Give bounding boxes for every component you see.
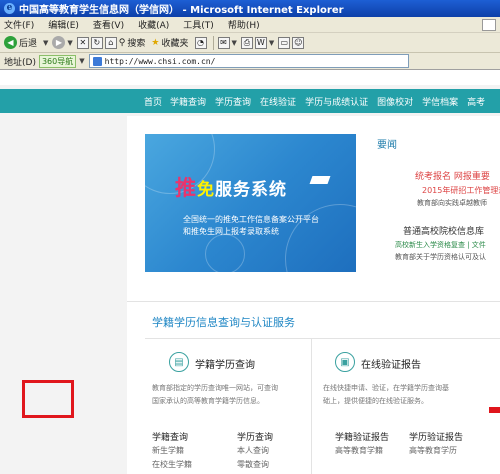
section-divider xyxy=(127,301,500,302)
toolbar: ◀ 后退 ▼ ▶ ▼ ✕ ↻ ⌂ ⚲ 搜索 ★ 收藏夹 ◔ ✉ ▼ ⎙ W ▼ … xyxy=(0,33,500,53)
site-top-strip xyxy=(0,71,500,85)
url-field[interactable]: http://www.chsi.com.cn/ xyxy=(88,54,409,68)
back-dropdown-icon[interactable]: ▼ xyxy=(43,39,48,47)
search-icon: ⚲ xyxy=(118,37,126,48)
favorites-label: 收藏夹 xyxy=(161,39,189,49)
status-verify-report-link[interactable]: 学籍验证报告 xyxy=(335,430,389,443)
banner-title: 推免服务系统 xyxy=(175,172,287,202)
browser-viewport: 首页 学籍查询 学历查询 在线验证 学历与成绩认证 图像校对 学信档案 高考 推… xyxy=(0,71,500,474)
banner-title-tui: 推 xyxy=(175,175,197,200)
edge-highlight-mark xyxy=(489,407,500,413)
news-panel: 要闻 统考报名 网报重要 2015年研招工作管理规 教育部向实践卓越教师 普通高… xyxy=(365,134,500,272)
menu-tools[interactable]: 工具(T) xyxy=(183,18,214,31)
windows-logo-icon xyxy=(482,18,496,31)
column-divider xyxy=(311,338,312,474)
address-label: 地址(D) xyxy=(4,57,36,68)
section-divider xyxy=(145,338,500,339)
service-right-desc-line1: 在线快捷申请、验证，在学籍学历查询基 xyxy=(323,384,449,392)
edit-dropdown-icon[interactable]: ▼ xyxy=(269,39,274,47)
discuss-icon[interactable]: ▭ xyxy=(278,36,291,49)
edit-icon[interactable]: W xyxy=(254,36,267,49)
service-left-heading[interactable]: 学籍学历查询 xyxy=(195,356,255,371)
window-title: 中国高等教育学生信息网（学信网） - Microsoft Internet Ex… xyxy=(19,5,344,16)
back-label: 后退 xyxy=(19,39,38,49)
graduation-cap-icon xyxy=(309,176,331,184)
home-icon[interactable]: ⌂ xyxy=(104,36,117,49)
student-status-query-link[interactable]: 学籍查询 xyxy=(152,430,188,443)
news-link-college-db[interactable]: 普通高校院校信息库 xyxy=(403,224,484,237)
toolbar-separator xyxy=(212,35,214,50)
verify-report-icon: ▣ xyxy=(335,352,355,372)
search-button[interactable]: ⚲ 搜索 xyxy=(118,36,146,50)
menu-edit[interactable]: 编辑(E) xyxy=(48,18,79,31)
print-icon[interactable]: ⎙ xyxy=(240,36,253,49)
news-link-freshman[interactable]: 高校新生入学资格复查 | 文件 xyxy=(395,240,486,250)
banner-title-mian: 免 xyxy=(197,180,215,200)
star-icon: ★ xyxy=(151,37,160,48)
nav-student-status-query[interactable]: 学籍查询 xyxy=(170,95,206,108)
news-link-moe[interactable]: 教育部向实践卓越教师 xyxy=(417,198,487,208)
forward-dropdown-icon[interactable]: ▼ xyxy=(67,39,72,47)
mail-dropdown-icon[interactable]: ▼ xyxy=(232,39,237,47)
menu-favorites[interactable]: 收藏(A) xyxy=(138,18,169,31)
stop-icon[interactable]: ✕ xyxy=(76,36,89,49)
highlight-box xyxy=(22,380,74,418)
service-left-desc-line1: 教育部指定的学历查询唯一网站，可查询 xyxy=(152,384,278,392)
nav360-dropdown-icon[interactable]: ▼ xyxy=(79,57,84,65)
news-link-2015[interactable]: 2015年研招工作管理规 xyxy=(422,185,500,196)
banner-decoration xyxy=(205,234,245,272)
history-icon[interactable]: ◔ xyxy=(194,36,207,49)
menu-bar: 文件(F) 编辑(E) 查看(V) 收藏(A) 工具(T) 帮助(H) xyxy=(0,17,500,33)
service-left-desc: 教育部指定的学历查询唯一网站，可查询 国家承认的高等教育学籍学历信息。 xyxy=(152,382,278,408)
nav-xuexin-archive[interactable]: 学信档案 xyxy=(422,95,458,108)
degree-query-link[interactable]: 学历查询 xyxy=(237,430,273,443)
higher-ed-status-link[interactable]: 高等教育学籍 xyxy=(335,445,383,456)
banner-subtitle-line2: 和推免生网上报考录取系统 xyxy=(183,227,279,236)
internet-explorer-icon: e xyxy=(4,3,15,14)
mail-icon[interactable]: ✉ xyxy=(217,36,230,49)
current-student-status-link[interactable]: 在校生学籍 xyxy=(152,459,192,470)
main-content: 推免服务系统 全国统一的推免工作信息备案公开平台 和推免生网上报考录取系统 要闻… xyxy=(127,116,500,474)
nav-home[interactable]: 首页 xyxy=(144,95,162,108)
banner-subtitle: 全国统一的推免工作信息备案公开平台 和推免生网上报考录取系统 xyxy=(183,214,319,238)
nav-image-check[interactable]: 图像校对 xyxy=(377,95,413,108)
tuimian-banner[interactable]: 推免服务系统 全国统一的推免工作信息备案公开平台 和推免生网上报考录取系统 xyxy=(145,134,356,272)
url-text: http://www.chsi.com.cn/ xyxy=(104,56,216,66)
search-label: 搜索 xyxy=(127,39,146,49)
nav-degree-query[interactable]: 学历查询 xyxy=(215,95,251,108)
document-icon: ▤ xyxy=(169,352,189,372)
window-title-bar: e 中国高等教育学生信息网（学信网） - Microsoft Internet … xyxy=(0,0,500,17)
menu-help[interactable]: 帮助(H) xyxy=(228,18,260,31)
page-icon xyxy=(92,56,102,66)
nav-online-verify[interactable]: 在线验证 xyxy=(260,95,296,108)
service-right-heading[interactable]: 在线验证报告 xyxy=(361,356,421,371)
higher-ed-degree-link[interactable]: 高等教育学历 xyxy=(409,445,457,456)
refresh-icon[interactable]: ↻ xyxy=(90,36,103,49)
site-nav-bar: 首页 学籍查询 学历查询 在线验证 学历与成绩认证 图像校对 学信档案 高考 xyxy=(0,89,500,113)
menu-file[interactable]: 文件(F) xyxy=(4,18,34,31)
nav-gaokao[interactable]: 高考 xyxy=(467,95,485,108)
banner-title-rest: 服务系统 xyxy=(215,180,287,200)
favorites-button[interactable]: ★ 收藏夹 xyxy=(151,36,189,50)
degree-verify-report-link[interactable]: 学历验证报告 xyxy=(409,430,463,443)
nav-degree-grade-cert[interactable]: 学历与成绩认证 xyxy=(305,95,368,108)
banner-subtitle-line1: 全国统一的推免工作信息备案公开平台 xyxy=(183,215,319,224)
service-section-title: 学籍学历信息查询与认证服务 xyxy=(152,316,295,329)
scattered-query-link[interactable]: 零散查询 xyxy=(237,459,269,470)
back-button[interactable]: ◀ 后退 xyxy=(4,36,37,49)
address-bar: 地址(D) 360导航 ▼ http://www.chsi.com.cn/ xyxy=(0,53,500,70)
news-title: 要闻 xyxy=(377,140,397,151)
freshman-status-link[interactable]: 新生学籍 xyxy=(152,445,184,456)
news-link-recognition[interactable]: 教育部关于学历资格认可及认 xyxy=(395,252,486,262)
service-right-desc: 在线快捷申请、验证，在学籍学历查询基 础上，提供便捷的在线验证服务。 xyxy=(323,382,449,408)
forward-arrow-icon[interactable]: ▶ xyxy=(52,36,66,49)
messenger-icon[interactable]: ☺ xyxy=(292,36,305,49)
service-right-desc-line2: 础上，提供便捷的在线验证服务。 xyxy=(323,397,428,405)
nav360-button[interactable]: 360导航 xyxy=(38,54,77,68)
back-arrow-icon: ◀ xyxy=(4,36,17,49)
service-left-desc-line2: 国家承认的高等教育学籍学历信息。 xyxy=(152,397,264,405)
menu-view[interactable]: 查看(V) xyxy=(93,18,124,31)
news-link-exam[interactable]: 统考报名 网报重要 xyxy=(415,169,490,182)
self-query-link[interactable]: 本人查询 xyxy=(237,445,269,456)
